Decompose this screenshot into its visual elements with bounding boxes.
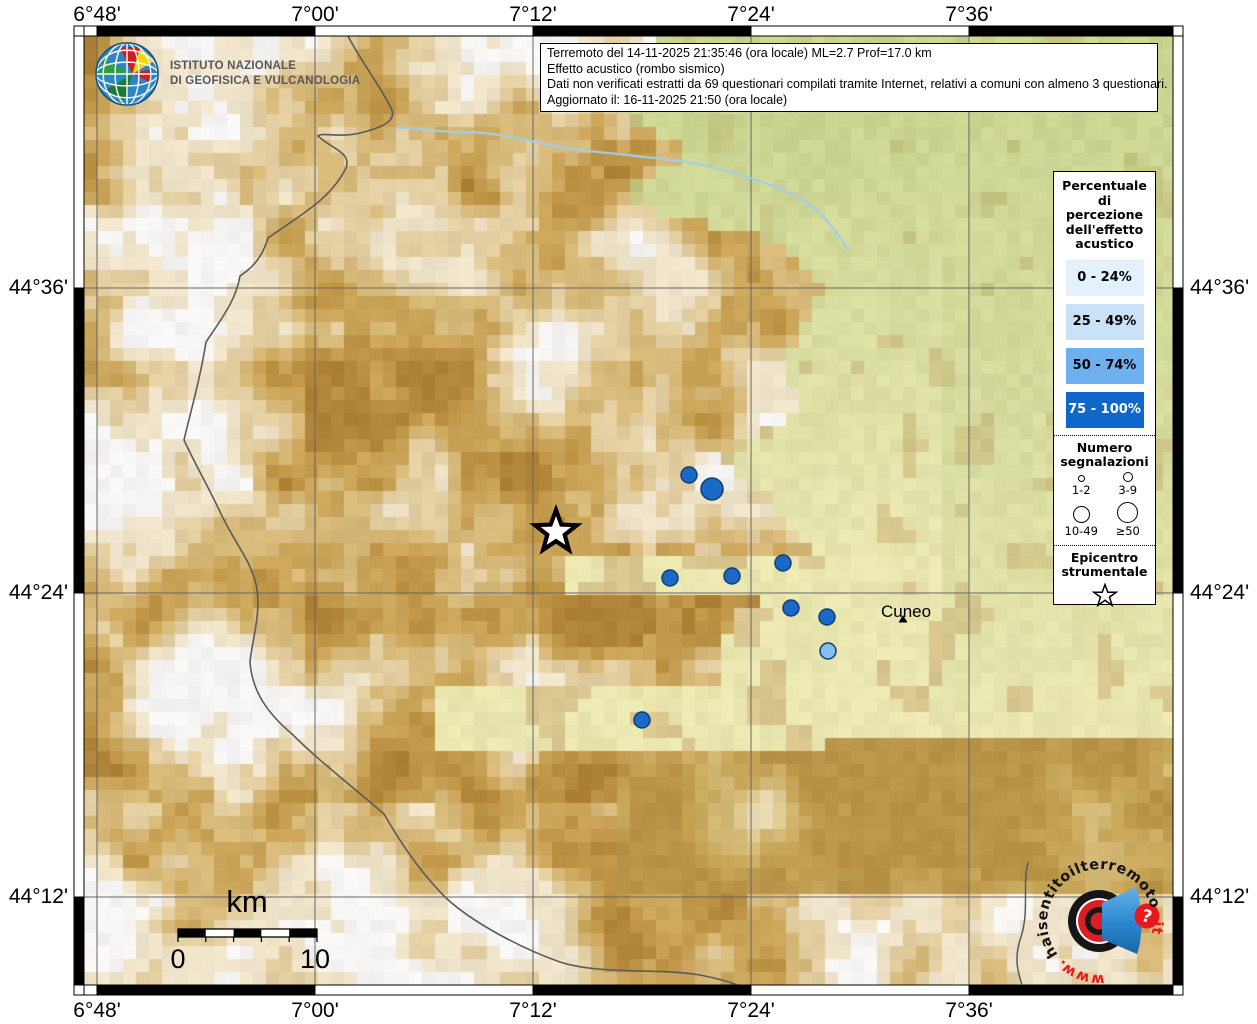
earthquake-felt-map: ? www. haisentitoilterremoto .it 6°48' 7… bbox=[0, 0, 1257, 1024]
legend-separator bbox=[1054, 434, 1155, 436]
legend-separator bbox=[1054, 544, 1155, 546]
top-axis-label: 7°36' bbox=[945, 3, 993, 26]
legend-count-symbols: 1-2 3-9 10-49 ≥50 bbox=[1058, 471, 1151, 538]
top-axis-label: 7°00' bbox=[291, 3, 339, 26]
legend-swatch-25-49: 25 - 49% bbox=[1065, 303, 1144, 340]
count-label: 3-9 bbox=[1118, 482, 1138, 497]
top-axis-label: 6°48' bbox=[73, 3, 121, 26]
top-axis-label: 7°24' bbox=[727, 3, 775, 26]
count-label: 1-2 bbox=[1071, 482, 1091, 497]
event-info-line3: Dati non verificati estratti da 69 quest… bbox=[547, 77, 1168, 92]
legend-swatch-0-24: 0 - 24% bbox=[1065, 259, 1144, 296]
scalebar-start-label: 0 bbox=[170, 944, 186, 974]
count-circle-10-49 bbox=[1072, 505, 1090, 523]
count-label: ≥50 bbox=[1115, 523, 1140, 538]
scalebar-end-label: 10 bbox=[299, 944, 331, 974]
top-axis-label: 7°12' bbox=[509, 3, 557, 26]
count-label: 10-49 bbox=[1064, 523, 1098, 538]
bottom-axis-label: 6°48' bbox=[73, 999, 121, 1022]
terrain-relief-map bbox=[84, 36, 1173, 985]
legend-epicenter-title: Epicentro strumentale bbox=[1061, 549, 1148, 579]
bottom-axis-label: 7°00' bbox=[291, 999, 339, 1022]
ingv-name-line1: ISTITUTO NAZIONALE bbox=[170, 60, 297, 72]
right-axis-label: 44°36' bbox=[1190, 276, 1250, 299]
legend-count-title: Numero segnalazioni bbox=[1060, 439, 1149, 469]
event-info-box: Terremoto del 14-11-2025 21:35:46 (ora l… bbox=[540, 43, 1168, 113]
left-axis-label: 44°36' bbox=[8, 276, 68, 299]
ingv-globe-icon bbox=[95, 42, 159, 106]
legend-swatch-50-74: 50 - 74% bbox=[1065, 347, 1144, 384]
right-axis-label: 44°24' bbox=[1190, 581, 1250, 604]
legend-swatch-label: 0 - 24% bbox=[1077, 270, 1132, 285]
ingv-name-line2: DI GEOFISICA E VULCANOLOGIA bbox=[170, 75, 361, 87]
bottom-axis-label: 7°12' bbox=[509, 999, 557, 1022]
event-info-line1: Terremoto del 14-11-2025 21:35:46 (ora l… bbox=[547, 46, 932, 60]
count-circle-50plus bbox=[1117, 501, 1139, 523]
legend-swatch-label: 25 - 49% bbox=[1072, 314, 1137, 329]
legend-swatch-label: 50 - 74% bbox=[1072, 358, 1137, 373]
event-info-line4: Aggiornato il: 16-11-2025 21:50 (ora loc… bbox=[547, 92, 788, 107]
map-legend: Percentuale di percezione dell'effetto a… bbox=[1053, 171, 1156, 607]
epicenter-star-icon bbox=[1090, 581, 1119, 607]
count-circle-1-2 bbox=[1077, 474, 1085, 482]
bottom-axis-label: 7°36' bbox=[945, 999, 993, 1022]
legend-percent-title: Percentuale di percezione dell'effetto a… bbox=[1062, 178, 1147, 251]
event-info-line2: Effetto acustico (rombo sismico) bbox=[547, 61, 725, 76]
legend-swatch-75-100: 75 - 100% bbox=[1065, 391, 1144, 428]
bottom-axis-label: 7°24' bbox=[727, 999, 775, 1022]
left-axis-label: 44°24' bbox=[8, 581, 68, 604]
city-label-cuneo: Cuneo bbox=[881, 602, 932, 621]
scalebar-unit-label: km bbox=[226, 884, 268, 919]
count-circle-3-9 bbox=[1122, 471, 1133, 482]
legend-swatch-label: 75 - 100% bbox=[1068, 402, 1141, 417]
right-axis-label: 44°12' bbox=[1190, 885, 1250, 908]
ingv-logo: ISTITUTO NAZIONALE DI GEOFISICA E VULCAN… bbox=[94, 41, 360, 107]
left-axis-label: 44°12' bbox=[8, 885, 68, 908]
